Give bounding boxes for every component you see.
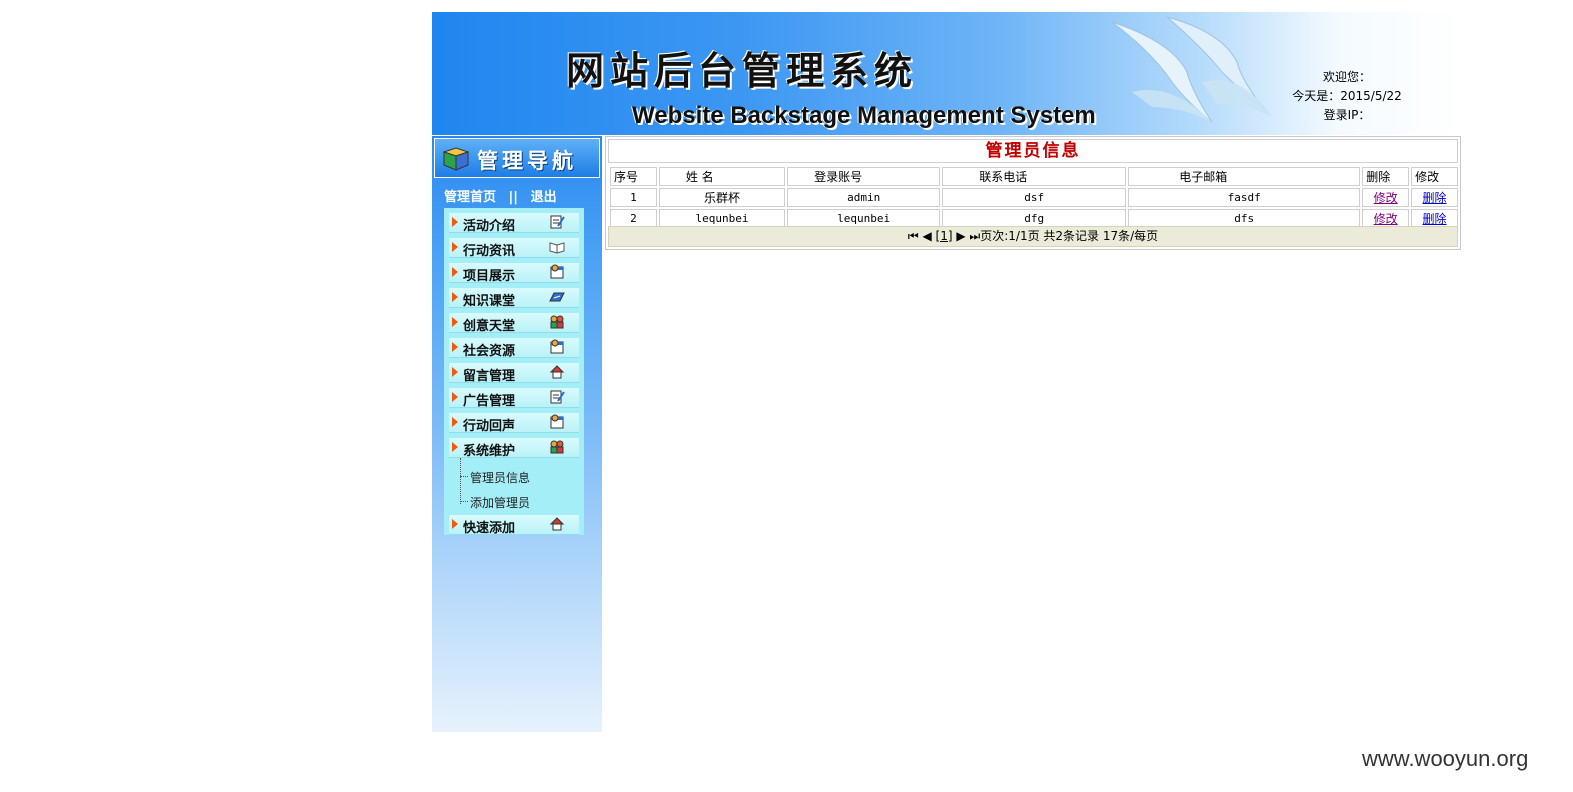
menu-item-quick-add[interactable]: 快速添加 [449,515,579,536]
card-icon [549,292,565,302]
tree-connector [460,501,468,502]
doves-illustration [1111,16,1272,123]
menu-item-knowledge[interactable]: 知识课堂 [449,288,579,309]
prev-page-icon[interactable]: ◀ [922,229,931,243]
welcome-text: 欢迎您： [1322,70,1371,84]
cell-email: fasdf [1128,188,1361,207]
edit-link[interactable]: 修改 [1374,191,1398,205]
menu-item-label: 项目展示 [463,269,516,284]
menu-item-label: 行动回声 [463,419,516,434]
pagination-bar: ⏮ ◀ [1] ▶ ⏭页次:1/1页 共2条记录 17条/每页 [608,226,1458,247]
menu-item-label: 活动介绍 [463,219,516,234]
edit-icon [550,390,565,404]
table-header-row: 序号 姓 名 登录账号 联系电话 电子邮箱 删除 修改 [610,167,1458,186]
menu-item-label: 留言管理 [463,369,516,384]
menu-item-creative[interactable]: 创意天堂 [449,313,579,334]
cell-name: 乐群杯 [658,188,786,207]
admin-info-panel: 管理员信息 序号 姓 名 登录账号 联系电话 电子邮箱 删除 修改 1 乐群杯 … [605,136,1461,250]
cell-account: admin [787,188,941,207]
pager-summary: 页次:1/1页 共2条记录 17条/每页 [980,229,1159,243]
home-icon [549,517,565,531]
column-header: 姓 名 [658,167,786,186]
logout-link[interactable]: 退出 [531,190,557,205]
home-icon [549,365,565,379]
menu-item-label: 快速添加 [463,521,516,536]
cell-phone: dsf [942,188,1127,207]
menu-item-label: 知识课堂 [463,294,516,309]
menu-item-messages[interactable]: 留言管理 [449,363,579,384]
panel-title: 管理员信息 [608,139,1458,163]
date-text: 今天是：2015/5/22 [1292,89,1402,103]
delete-link[interactable]: 删除 [1423,191,1447,205]
arrow-right-icon [452,242,458,252]
column-header: 联系电话 [942,167,1127,186]
menu-item-label: 系统维护 [463,444,516,459]
arrow-right-icon [452,367,458,377]
tree-connector [460,476,468,477]
cube-icon [442,147,470,171]
window-user-icon [550,339,564,354]
menu-item-activity-intro[interactable]: 活动介绍 [449,213,579,234]
watermark: www.wooyun.org [1362,746,1529,771]
submenu-admin-info[interactable]: 管理员信息 [470,469,530,486]
first-page-icon[interactable]: ⏮ [908,229,919,243]
nav-menu: 活动介绍 行动资讯 项目展示 知识课堂 创意天堂 社会资源 留言管理 广告管理 … [444,208,584,536]
site-title-english: Website Backstage Management System [632,102,1096,129]
home-link[interactable]: 管理首页 [444,190,496,205]
edit-icon [550,215,565,229]
arrow-right-icon [452,342,458,352]
cell-action: 删除 [1411,188,1458,207]
page-number-link[interactable]: [1] [936,229,953,243]
sidebar-links: 管理首页 || 退出 [444,186,557,205]
arrow-right-icon [452,442,458,452]
arrow-right-icon [452,217,458,227]
book-icon [549,242,565,254]
menu-item-label: 广告管理 [463,394,516,409]
nav-title: 管理导航 [477,148,577,173]
menu-item-label: 行动资讯 [463,244,516,259]
menu-item-label: 创意天堂 [463,319,516,334]
column-header: 删除 [1362,167,1410,186]
menu-item-project-show[interactable]: 项目展示 [449,263,579,284]
nav-header: 管理导航 [434,138,600,178]
next-page-icon[interactable]: ▶ [956,229,965,243]
link-separator: || [508,190,519,205]
admin-table: 序号 姓 名 登录账号 联系电话 电子邮箱 删除 修改 1 乐群杯 admin … [608,165,1460,230]
sidebar: 管理导航 管理首页 || 退出 活动介绍 行动资讯 项目展示 知识课堂 创意天堂… [432,136,602,732]
cell-action: 修改 [1362,188,1410,207]
submenu-add-admin[interactable]: 添加管理员 [470,494,530,511]
menu-item-label: 社会资源 [463,344,516,359]
arrow-right-icon [452,317,458,327]
column-header: 序号 [610,167,657,186]
last-page-icon[interactable]: ⏭ [969,229,980,243]
menu-item-social-resources[interactable]: 社会资源 [449,338,579,359]
column-header: 电子邮箱 [1128,167,1361,186]
menu-item-action-news[interactable]: 行动资讯 [449,238,579,259]
table-row: 1 乐群杯 admin dsf fasdf 修改 删除 [610,188,1458,207]
menu-item-ads[interactable]: 广告管理 [449,388,579,409]
column-header: 登录账号 [787,167,941,186]
edit-link[interactable]: 修改 [1374,212,1398,226]
menu-item-system-maintenance[interactable]: 系统维护 [449,438,579,459]
users-icon [550,315,564,329]
arrow-right-icon [452,267,458,277]
arrow-right-icon [452,392,458,402]
cell-no: 1 [610,188,657,207]
delete-link[interactable]: 删除 [1423,212,1447,226]
user-info: 欢迎您： 今天是：2015/5/22 登录IP： [1282,68,1412,125]
login-ip-text: 登录IP： [1323,108,1371,122]
window-user-icon [550,414,564,429]
header-banner: 网站后台管理系统 Website Backstage Management Sy… [432,12,1461,135]
menu-item-action-echo[interactable]: 行动回声 [449,413,579,434]
column-header: 修改 [1411,167,1458,186]
window-user-icon [550,264,564,279]
site-title: 网站后台管理系统 [566,48,919,93]
tree-connector [460,458,461,504]
arrow-right-icon [452,417,458,427]
arrow-right-icon [452,292,458,302]
users-icon [550,440,564,454]
arrow-right-icon [452,519,458,529]
